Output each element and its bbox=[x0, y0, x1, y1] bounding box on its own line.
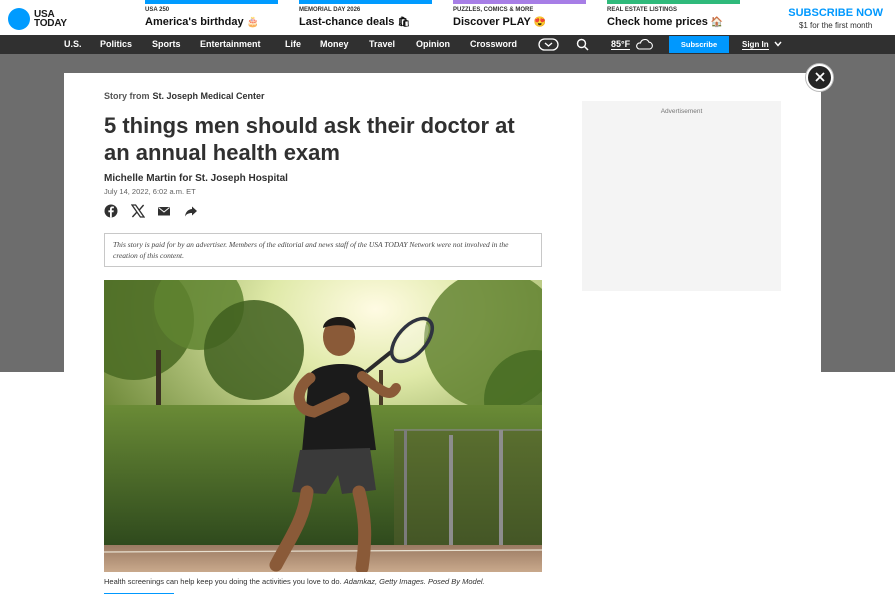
sign-in-link[interactable]: Sign In bbox=[742, 35, 782, 54]
heart-eyes-icon: 😍 bbox=[533, 17, 547, 28]
advertisement-slot[interactable]: Advertisement bbox=[582, 101, 781, 291]
shopping-bags-icon: 🛍 bbox=[397, 17, 411, 28]
hero-photo-tennis-player[interactable] bbox=[104, 280, 542, 572]
promo-memorial-day[interactable]: MEMORIAL DAY 2026 Last-chance deals 🛍 bbox=[299, 0, 432, 35]
top-promo-bar: USA TODAY USA 250 America's birthday 🎂 ME… bbox=[0, 0, 895, 35]
promo-play[interactable]: PUZZLES, COMICS & MORE Discover PLAY 😍 bbox=[453, 0, 586, 35]
story-from-label: Story from St. Joseph Medical Center bbox=[104, 91, 265, 101]
email-icon[interactable] bbox=[157, 204, 171, 218]
promo-accent-bar bbox=[299, 0, 432, 4]
games-icon[interactable] bbox=[538, 38, 559, 51]
logo-circle bbox=[8, 8, 30, 30]
article-headline: 5 things men should ask their doctor at … bbox=[104, 113, 515, 165]
sponsor-name[interactable]: St. Joseph Medical Center bbox=[153, 91, 265, 101]
nav-crossword[interactable]: Crossword bbox=[470, 35, 517, 54]
sign-in-label: Sign In bbox=[742, 40, 769, 50]
publish-date: July 14, 2022, 6:02 a.m. ET bbox=[104, 187, 196, 196]
subscribe-now-cta[interactable]: SUBSCRIBE NOW $1 for the first month bbox=[788, 7, 883, 30]
subscribe-offer: $1 for the first month bbox=[798, 21, 873, 30]
cake-icon: 🎂 bbox=[246, 17, 260, 28]
nav-life[interactable]: Life bbox=[285, 35, 301, 54]
promo-accent-bar bbox=[607, 0, 740, 4]
facebook-icon[interactable] bbox=[104, 204, 118, 218]
promo-real-estate[interactable]: REAL ESTATE LISTINGS Check home prices 🏠 bbox=[607, 0, 740, 35]
nav-opinion[interactable]: Opinion bbox=[416, 35, 450, 54]
promo-title: America's birthday 🎂 bbox=[145, 16, 260, 28]
main-nav: U.S. Politics Sports Entertainment Life … bbox=[0, 35, 895, 54]
usa-today-logo[interactable]: USA TODAY bbox=[8, 8, 67, 30]
x-icon[interactable] bbox=[131, 204, 145, 218]
share-icon[interactable] bbox=[184, 204, 198, 218]
author-byline: Michelle Martin for St. Joseph Hospital bbox=[104, 173, 288, 184]
caption-divider bbox=[104, 593, 174, 594]
promo-kicker: MEMORIAL DAY 2026 bbox=[299, 7, 361, 13]
nav-us[interactable]: U.S. bbox=[64, 35, 82, 54]
promo-usa250[interactable]: USA 250 America's birthday 🎂 bbox=[145, 0, 278, 35]
weather-temp: 85°F bbox=[611, 39, 631, 50]
weather-widget[interactable]: 85°F bbox=[611, 35, 631, 54]
logo-text: USA TODAY bbox=[34, 9, 67, 29]
nav-travel[interactable]: Travel bbox=[369, 35, 395, 54]
house-icon: 🏠 bbox=[710, 17, 724, 28]
search-icon[interactable] bbox=[576, 38, 589, 51]
promo-kicker: USA 250 bbox=[145, 7, 170, 13]
promo-title: Last-chance deals 🛍 bbox=[299, 16, 411, 28]
promo-kicker: PUZZLES, COMICS & MORE bbox=[453, 7, 534, 13]
close-icon bbox=[814, 72, 825, 82]
promo-accent-bar bbox=[145, 0, 278, 4]
nav-politics[interactable]: Politics bbox=[100, 35, 132, 54]
subscribe-now-label: SUBSCRIBE NOW bbox=[788, 7, 883, 19]
nav-sports[interactable]: Sports bbox=[152, 35, 181, 54]
nav-entertainment[interactable]: Entertainment bbox=[200, 35, 261, 54]
nav-subscribe-button[interactable]: Subscribe bbox=[669, 36, 729, 53]
photo-credit: Adamkaz, Getty Images. Posed By Model. bbox=[343, 577, 485, 586]
nav-money[interactable]: Money bbox=[320, 35, 349, 54]
promo-accent-bar bbox=[453, 0, 586, 4]
advertisement-label: Advertisement bbox=[660, 108, 703, 115]
promo-title: Discover PLAY 😍 bbox=[453, 16, 547, 28]
promo-kicker: REAL ESTATE LISTINGS bbox=[607, 7, 678, 13]
weather-cloud-icon bbox=[636, 39, 653, 50]
chevron-down-icon bbox=[774, 41, 782, 47]
sponsored-disclaimer: This story is paid for by an advertiser.… bbox=[104, 233, 542, 267]
close-button[interactable] bbox=[806, 64, 833, 91]
photo-caption: Health screenings can help keep you doin… bbox=[104, 577, 485, 586]
promo-title: Check home prices 🏠 bbox=[607, 16, 724, 28]
